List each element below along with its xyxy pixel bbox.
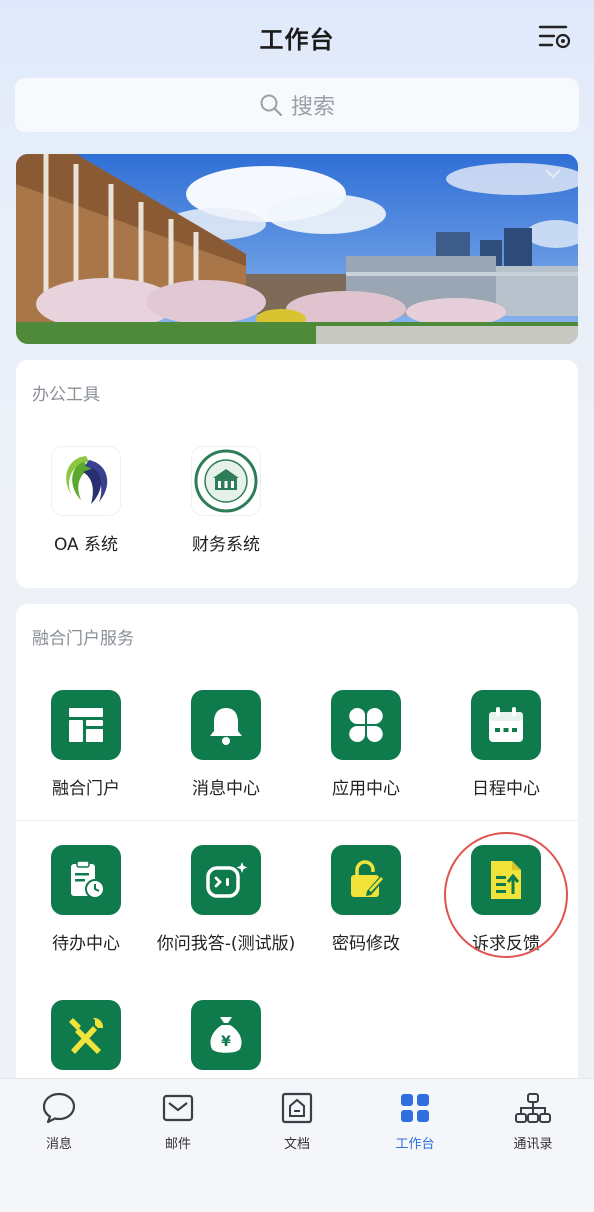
- chatbot-icon: [191, 845, 261, 915]
- search-input[interactable]: 搜索: [15, 78, 579, 132]
- app-tools[interactable]: [16, 1000, 156, 1088]
- app-qa-beta[interactable]: 你问我答-(测试版): [156, 845, 296, 955]
- lock-edit-icon: [331, 845, 401, 915]
- bell-icon: [191, 690, 261, 760]
- app-label: 待办中心: [52, 934, 120, 954]
- app-label: 诉求反馈: [472, 934, 540, 954]
- document-upload-icon: [471, 845, 541, 915]
- portal-services-card: 融合门户服务 融合门户 消息中心 应用中心 日程中心 待办中心 你问我答-(测试…: [16, 604, 578, 1104]
- grid-icon: [401, 1094, 429, 1122]
- app-label: 应用中心: [332, 779, 400, 799]
- app-label: 密码修改: [332, 934, 400, 954]
- chat-bubble-icon: [42, 1092, 76, 1124]
- clipboard-clock-icon: [51, 845, 121, 915]
- tab-label: 通讯录: [513, 1137, 553, 1152]
- app-label: 融合门户: [52, 779, 120, 799]
- office-tools-card: 办公工具 OA 系统 财务系统: [16, 360, 578, 588]
- portal-services-title: 融合门户服务: [32, 629, 134, 649]
- calendar-icon: [471, 690, 541, 760]
- app-label: 日程中心: [472, 779, 540, 799]
- tab-documents[interactable]: 文档: [247, 1091, 347, 1152]
- campus-banner[interactable]: [16, 154, 578, 344]
- app-application-center[interactable]: 应用中心: [296, 690, 436, 800]
- app-message-center[interactable]: 消息中心: [156, 690, 296, 800]
- app-feedback[interactable]: 诉求反馈: [436, 845, 576, 955]
- org-chart-icon: [515, 1093, 551, 1123]
- settings-button[interactable]: [538, 22, 572, 52]
- bottom-tab-bar: 消息 邮件 文档 工作台 通讯录: [0, 1078, 594, 1212]
- app-label: 消息中心: [192, 779, 260, 799]
- page-title: 工作台: [259, 26, 335, 54]
- app-portal[interactable]: 融合门户: [16, 690, 156, 800]
- university-seal-icon: [191, 446, 261, 516]
- office-tools-title: 办公工具: [32, 385, 100, 405]
- tab-mail[interactable]: 邮件: [128, 1091, 228, 1152]
- app-schedule-center[interactable]: 日程中心: [436, 690, 576, 800]
- app-finance-system[interactable]: 财务系统: [156, 446, 296, 556]
- app-finance-bag[interactable]: ¥: [156, 1000, 296, 1088]
- app-todo-center[interactable]: 待办中心: [16, 845, 156, 955]
- tools-icon: [51, 1000, 121, 1070]
- tab-label: 工作台: [395, 1137, 435, 1152]
- clover-grid-icon: [331, 690, 401, 760]
- header: 工作台: [0, 0, 594, 76]
- tab-contacts[interactable]: 通讯录: [483, 1091, 583, 1152]
- app-oa-system[interactable]: OA 系统: [16, 446, 156, 556]
- tab-label: 邮件: [164, 1137, 191, 1152]
- mail-icon: [162, 1094, 194, 1122]
- app-label: 你问我答-(测试版): [156, 934, 296, 954]
- tab-label: 消息: [45, 1137, 72, 1152]
- tab-label: 文档: [283, 1137, 310, 1152]
- oa-logo-icon: [51, 446, 121, 516]
- svg-text:¥: ¥: [221, 1034, 231, 1050]
- app-label: 财务系统: [192, 535, 260, 555]
- app-password-change[interactable]: 密码修改: [296, 845, 436, 955]
- list-settings-icon: [538, 25, 571, 49]
- tab-messages[interactable]: 消息: [9, 1091, 109, 1152]
- document-icon: [281, 1092, 313, 1124]
- money-bag-icon: ¥: [191, 1000, 261, 1070]
- search-placeholder: 搜索: [290, 95, 335, 120]
- chevron-down-icon[interactable]: [544, 168, 562, 180]
- app-label: OA 系统: [53, 535, 119, 555]
- tab-workbench[interactable]: 工作台: [365, 1091, 465, 1152]
- campus-photo: [16, 154, 578, 344]
- portal-layout-icon: [51, 690, 121, 760]
- row-divider: [16, 820, 578, 821]
- search-icon: [260, 94, 283, 117]
